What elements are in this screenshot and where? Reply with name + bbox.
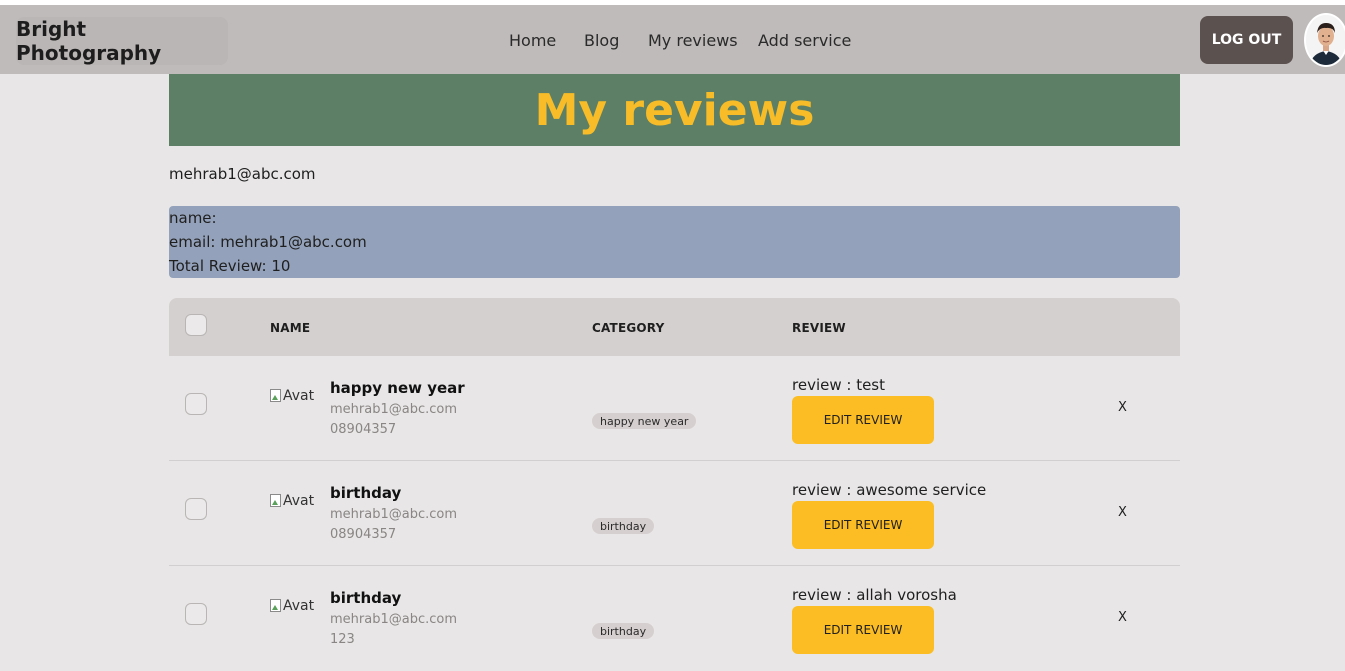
edit-review-button[interactable]: EDIT REVIEW [792,501,934,549]
brand-logo-button[interactable]: Bright Photography [16,17,228,65]
table-header: NAME CATEGORY REVIEW [169,298,1180,356]
reviewer-phone: 123 [330,632,355,647]
service-image: Avat [270,596,318,616]
select-all-checkbox[interactable] [185,314,207,336]
broken-image-icon [270,389,282,403]
broken-image-icon [270,494,282,508]
user-info-box: name: email: mehrab1@abc.com Total Revie… [169,206,1180,278]
nav-link-add-service[interactable]: Add service [758,31,851,50]
column-header-review: REVIEW [792,321,846,335]
reviewer-phone: 08904357 [330,527,397,542]
delete-review-button[interactable]: X [1118,610,1127,625]
category-badge: birthday [592,623,655,639]
edit-review-button[interactable]: EDIT REVIEW [792,396,934,444]
info-total-reviews: Total Review: 10 [169,257,291,275]
info-name: name: [169,209,217,227]
user-avatar[interactable] [1304,13,1345,67]
category-badge: happy new year [592,413,697,429]
service-image-alt: Avat [283,598,315,614]
reviewer-email: mehrab1@abc.com [330,612,457,627]
page-title-banner: My reviews [169,74,1180,146]
column-header-name: NAME [270,321,311,335]
delete-review-button[interactable]: X [1118,400,1127,415]
category-badge: birthday [592,518,655,534]
nav-link-home[interactable]: Home [509,31,556,50]
reviewer-email: mehrab1@abc.com [330,507,457,522]
info-email: email: mehrab1@abc.com [169,233,367,251]
table-row: Avat birthday mehrab1@abc.com 08904357 b… [169,461,1180,566]
reviewer-phone: 08904357 [330,422,397,437]
nav-link-blog[interactable]: Blog [584,31,619,50]
service-name: birthday [330,484,402,502]
delete-review-button[interactable]: X [1118,505,1127,520]
row-checkbox[interactable] [185,603,207,625]
table-row: Avat happy new year mehrab1@abc.com 0890… [169,356,1180,461]
edit-review-button[interactable]: EDIT REVIEW [792,606,934,654]
user-avatar-icon [1306,15,1345,65]
logout-button[interactable]: LOG OUT [1200,16,1293,64]
review-text: review : awesome service [792,481,987,499]
review-text: review : allah vorosha [792,586,957,604]
table-row: Avat birthday mehrab1@abc.com 123 birthd… [169,566,1180,671]
row-checkbox[interactable] [185,393,207,415]
reviewer-email: mehrab1@abc.com [330,402,457,417]
review-text: review : test [792,376,886,394]
service-image: Avat [270,491,318,511]
nav-link-my-reviews[interactable]: My reviews [648,31,738,50]
navbar: Bright Photography Home Blog My reviews … [0,5,1345,74]
broken-image-icon [270,599,282,613]
service-name: birthday [330,589,402,607]
current-user-email: mehrab1@abc.com [169,165,316,183]
column-header-category: CATEGORY [592,321,665,335]
service-image-alt: Avat [283,388,315,404]
service-image: Avat [270,386,318,406]
service-image-alt: Avat [283,493,315,509]
row-checkbox[interactable] [185,498,207,520]
service-name: happy new year [330,379,465,397]
page-title: My reviews [534,84,815,136]
